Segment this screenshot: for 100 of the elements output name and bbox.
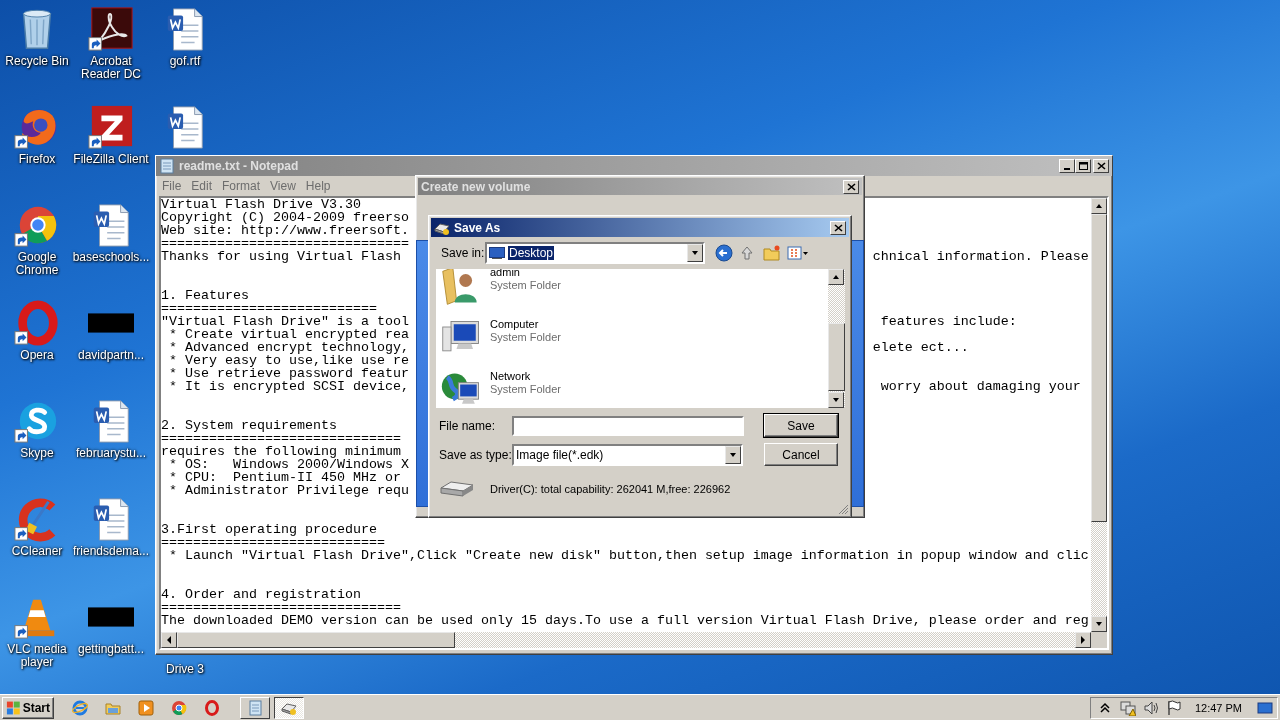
file-type: System Folder <box>490 331 561 344</box>
scroll-thumb[interactable] <box>1091 214 1107 522</box>
icon-label[interactable]: FileZilla Client <box>72 153 150 166</box>
text-line: =========================== <box>161 302 377 315</box>
menu-item[interactable]: File <box>158 178 188 193</box>
text-line: 4. Order and registration <box>161 588 361 601</box>
close-icon <box>1096 162 1106 170</box>
close-icon <box>846 182 856 191</box>
save-in-dropdown[interactable]: Desktop <box>485 242 705 264</box>
field-label: File name: <box>439 418 497 433</box>
close-button[interactable] <box>830 220 846 235</box>
browser-icon[interactable] <box>72 699 88 716</box>
menu-item[interactable]: Format <box>218 178 267 193</box>
text-line: chnical information. Please <box>872 250 1089 263</box>
selected-value: Desktop <box>508 246 555 260</box>
show-desktop-icon[interactable] <box>1257 699 1273 716</box>
file-type-dropdown[interactable]: Image file(*.edk) <box>512 443 743 466</box>
file-name-field[interactable] <box>512 415 744 436</box>
speaker-icon[interactable] <box>1142 699 1159 716</box>
pdf-icon[interactable] <box>88 6 134 52</box>
triangle-down-icon <box>832 397 840 403</box>
text-line: * OS: Windows 2000/Windows X <box>169 458 409 471</box>
close-icon <box>833 223 843 232</box>
vertical-scrollbar[interactable] <box>828 269 845 408</box>
file-type: System Folder <box>490 279 561 292</box>
window-title: readme.txt - Notepad <box>179 159 300 173</box>
text-line: * Very easy to use,like use re <box>168 354 409 367</box>
text-line: 2. System requirements <box>161 419 337 432</box>
media-player-icon[interactable] <box>138 699 154 716</box>
cancel-button[interactable]: Cancel <box>764 443 838 466</box>
scroll-arrow-button[interactable] <box>1075 632 1091 648</box>
icon-label[interactable]: Drive 3 <box>146 663 224 676</box>
text-line: Virtual Flash Drive V3.30 <box>161 198 361 211</box>
scroll-arrow-button[interactable] <box>161 632 177 648</box>
triangle-left-icon <box>166 636 172 644</box>
notepad-icon <box>247 699 263 716</box>
scroll-arrow-button[interactable] <box>828 269 844 285</box>
file-type: System Folder <box>490 383 561 396</box>
chrome-icon[interactable] <box>171 699 187 716</box>
text-line: ============================== <box>161 432 401 445</box>
text-line: ============================== <box>161 601 401 614</box>
menu-item[interactable]: View <box>266 178 302 193</box>
text-line: * Create virtual encrypted rea <box>168 328 409 341</box>
file-name[interactable]: admin <box>490 269 561 279</box>
scroll-arrow-button[interactable] <box>828 392 844 408</box>
network-icon[interactable] <box>1119 699 1136 716</box>
text-line: * Launch "Virtual Flash Drive",Click "Create new disk" button,then setup image information in popup window and clic <box>168 549 1089 562</box>
file-name[interactable]: Computer <box>490 318 561 331</box>
new-folder-icon[interactable] <box>763 244 781 262</box>
filezilla-icon[interactable] <box>88 104 134 150</box>
icon-label[interactable]: friendsdema... <box>72 545 150 558</box>
text-line: * Use retrieve password featur <box>168 367 409 380</box>
window-title: Create new volume <box>421 179 532 194</box>
icon-label[interactable]: baseschools... <box>72 251 150 264</box>
resize-grip[interactable] <box>838 504 849 515</box>
text-line: =============================== <box>161 237 409 250</box>
vertical-scrollbar[interactable] <box>1091 198 1107 632</box>
menu-item[interactable]: Help <box>301 178 337 193</box>
scroll-thumb[interactable] <box>828 323 845 391</box>
scroll-arrow-button[interactable] <box>1091 616 1107 632</box>
horizontal-scrollbar[interactable] <box>161 632 1091 648</box>
triangle-right-icon <box>1080 636 1086 644</box>
scroll-thumb[interactable] <box>177 632 455 648</box>
clock[interactable]: 12:47 PM <box>1194 701 1242 714</box>
text-line: * CPU: Pentium-II 450 MHz or <box>168 471 401 484</box>
text-line: features include: <box>879 315 1017 328</box>
dropdown-button[interactable] <box>687 244 703 262</box>
field-label: Save as type: <box>439 447 512 462</box>
text-line: 1. Features <box>161 289 249 302</box>
text-line: 3.First operating procedure <box>161 523 377 536</box>
notepad-icon <box>159 158 175 174</box>
text-line: "Virtual Flash Drive" is a tool <box>161 315 409 328</box>
text-line: Copyright (C) 2004-2009 freerso <box>161 211 409 224</box>
text-line: * Administrator Privilege requ <box>168 484 409 497</box>
text-line: The downloaded DEMO version can be used only 15 days.To use a full version Virtual Flash Drive, please order and reg <box>161 614 1089 627</box>
dropdown-button[interactable] <box>725 445 741 464</box>
text-line: * It is encrypted SCSI device, <box>168 380 409 393</box>
opera-icon[interactable] <box>14 300 60 346</box>
scroll-arrow-button[interactable] <box>1091 198 1107 214</box>
text-line: worry about damaging your <box>879 380 1081 393</box>
opera-icon[interactable] <box>204 699 220 716</box>
drive-info: Driver(C): total capability: 262041 M,free: 226962 <box>490 483 731 495</box>
back-icon[interactable] <box>715 244 733 262</box>
text-line: elete ect... <box>872 341 969 354</box>
start-button[interactable]: Start <box>2 696 54 719</box>
triangle-down-icon <box>691 250 699 256</box>
hard-drive-icon <box>439 480 475 498</box>
save-button[interactable]: Save <box>764 414 838 437</box>
maximize-icon <box>1078 162 1088 170</box>
file-name[interactable]: Network <box>490 370 561 383</box>
triangle-down-icon <box>729 451 737 458</box>
view-menu-icon[interactable] <box>787 245 809 261</box>
taskbar-button[interactable] <box>274 696 304 719</box>
triangle-down-icon <box>1095 621 1103 627</box>
text-line: * Advanced encrypt technology, <box>168 341 409 354</box>
flag-icon[interactable] <box>1165 699 1182 716</box>
menu-item[interactable]: Edit <box>187 178 219 193</box>
scrollbar-corner <box>1091 632 1107 648</box>
text-line: requires the following minimum <box>161 445 401 458</box>
text-line: ============================ <box>161 536 385 549</box>
